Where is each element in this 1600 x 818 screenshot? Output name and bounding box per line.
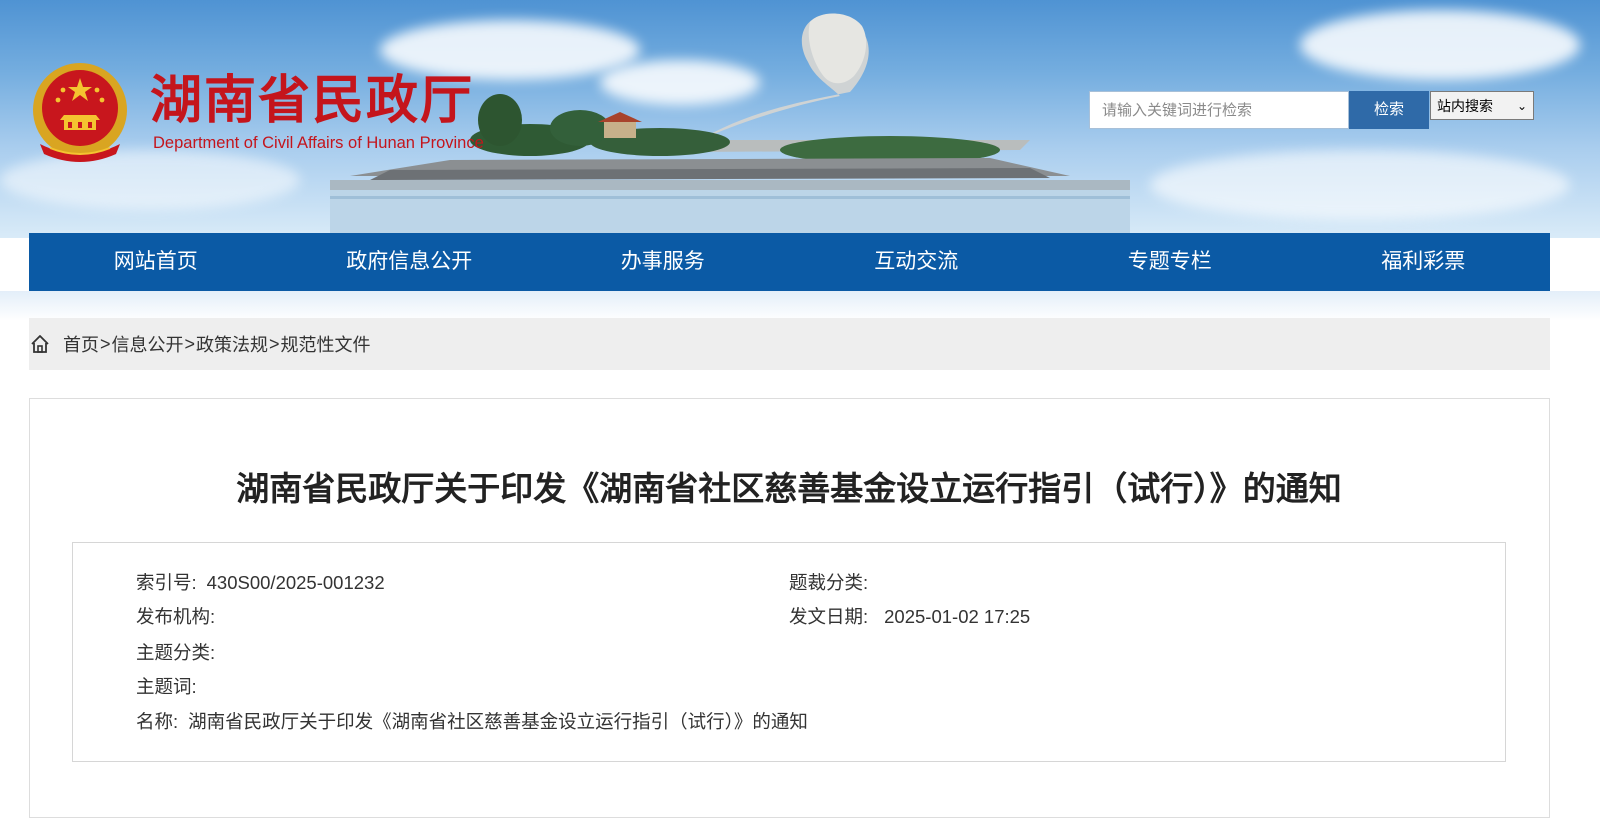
meta-index-value: 430S00/2025-001232 bbox=[206, 572, 385, 593]
main-nav: 网站首页 政府信息公开 办事服务 互动交流 专题专栏 福利彩票 bbox=[29, 233, 1550, 291]
breadcrumb: 首页 > 信息公开 > 政策法规 > 规范性文件 bbox=[29, 318, 1550, 370]
meta-index: 索引号: 430S00/2025-001232 bbox=[136, 571, 385, 595]
breadcrumb-info-disclosure[interactable]: 信息公开 bbox=[112, 331, 184, 357]
breadcrumb-normative-docs[interactable]: 规范性文件 bbox=[281, 331, 371, 357]
nav-shadow-band bbox=[0, 291, 1600, 321]
meta-topic: 主题分类: bbox=[136, 641, 225, 665]
meta-publisher: 发布机构: bbox=[136, 605, 225, 629]
cloud-decoration bbox=[1300, 10, 1580, 80]
search-button[interactable]: 检索 bbox=[1349, 91, 1429, 129]
breadcrumb-separator: > bbox=[184, 333, 196, 354]
site-header: 湖南省民政厅 Department of Civil Affairs of Hu… bbox=[0, 0, 1600, 238]
nav-item-services[interactable]: 办事服务 bbox=[536, 233, 790, 291]
meta-name-label: 名称: bbox=[136, 711, 179, 732]
nav-item-lottery[interactable]: 福利彩票 bbox=[1297, 233, 1551, 291]
meta-genre: 题裁分类: bbox=[789, 571, 878, 595]
meta-name: 名称: 湖南省民政厅关于印发《湖南省社区慈善基金设立运行指引（试行）》的通知 bbox=[136, 710, 808, 734]
meta-index-label: 索引号: bbox=[136, 572, 197, 593]
breadcrumb-home[interactable]: 首页 bbox=[63, 331, 99, 357]
nav-item-home[interactable]: 网站首页 bbox=[29, 233, 283, 291]
article-title: 湖南省民政厅关于印发《湖南省社区慈善基金设立运行指引（试行）》的通知 bbox=[236, 470, 1342, 507]
national-emblem-logo bbox=[33, 63, 127, 162]
nav-item-interaction[interactable]: 互动交流 bbox=[790, 233, 1044, 291]
breadcrumb-policy[interactable]: 政策法规 bbox=[196, 331, 268, 357]
search-scope-value: 站内搜索 bbox=[1437, 97, 1493, 114]
meta-date: 发文日期: 2025-01-02 17:25 bbox=[789, 605, 1030, 629]
meta-name-value: 湖南省民政厅关于印发《湖南省社区慈善基金设立运行指引（试行）》的通知 bbox=[188, 711, 808, 732]
site-title: 湖南省民政厅 bbox=[150, 70, 475, 131]
breadcrumb-separator: > bbox=[100, 333, 111, 354]
meta-publisher-label: 发布机构: bbox=[136, 606, 216, 627]
nav-item-topics[interactable]: 专题专栏 bbox=[1043, 233, 1297, 291]
nav-item-gov-info[interactable]: 政府信息公开 bbox=[283, 233, 537, 291]
meta-date-value: 2025-01-02 17:25 bbox=[884, 606, 1031, 627]
meta-genre-label: 题裁分类: bbox=[789, 572, 869, 593]
search-input[interactable] bbox=[1089, 91, 1349, 129]
meta-keywords: 主题词: bbox=[136, 675, 207, 699]
site-subtitle: Department of Civil Affairs of Hunan Pro… bbox=[153, 134, 484, 152]
meta-date-label: 发文日期: bbox=[789, 606, 869, 627]
meta-topic-label: 主题分类: bbox=[136, 642, 216, 663]
home-icon[interactable] bbox=[29, 333, 51, 355]
meta-keywords-label: 主题词: bbox=[136, 676, 197, 697]
search-scope-select[interactable]: 站内搜索 ⌄ bbox=[1430, 91, 1534, 120]
cloud-decoration bbox=[1150, 150, 1570, 220]
chevron-down-icon: ⌄ bbox=[1516, 98, 1527, 113]
breadcrumb-separator: > bbox=[269, 333, 280, 354]
